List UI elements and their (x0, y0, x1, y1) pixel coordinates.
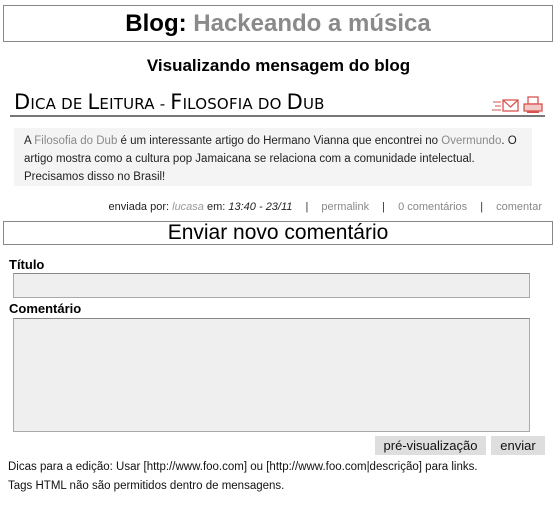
post-title-part: D (286, 90, 303, 114)
title-label: Título (9, 257, 45, 272)
post-title-part: ICA DE (30, 95, 88, 113)
separator: | (480, 201, 484, 213)
post-title-part: L (87, 90, 100, 114)
print-icon[interactable] (523, 96, 543, 119)
comment-form-header: Enviar novo comentário (3, 221, 553, 245)
blog-header: Blog: Hackeando a música (3, 5, 553, 42)
comment-textarea[interactable] (13, 318, 530, 432)
post-title-part: ILOSOFIA DO (182, 95, 287, 113)
post-title-part: EITURA - (99, 95, 171, 113)
at-label: em: (206, 201, 226, 213)
post-title-part: UB (302, 95, 325, 113)
post-meta: enviada por: lucasa em: 13:40 - 23/11 | … (109, 200, 542, 214)
tips-line-html: Tags HTML não são permitidos dentro de m… (8, 480, 285, 492)
overmundo-link[interactable]: Overmundo (441, 135, 501, 147)
post-actions (492, 96, 544, 114)
blog-name: Hackeando a música (193, 10, 431, 37)
post-title-divider (10, 115, 545, 117)
send-button[interactable]: enviar (491, 436, 545, 455)
comments-count-link[interactable]: 0 comentários (398, 201, 467, 213)
author-link[interactable]: lucasa (172, 201, 204, 213)
comment-label: Comentário (9, 301, 82, 316)
post-title: DICA DE LEITURA - FILOSOFIA DO DUB (14, 89, 325, 117)
post-title-part: D (14, 90, 31, 114)
preview-button[interactable]: pré-visualização (375, 436, 486, 455)
post-title-part: F (170, 90, 183, 114)
email-icon[interactable] (492, 96, 520, 119)
sent-by-label: enviada por: (108, 201, 170, 213)
blog-header-prefix: Blog: (125, 10, 187, 37)
post-text: A (24, 135, 35, 147)
title-input[interactable] (13, 273, 530, 298)
permalink-link[interactable]: permalink (321, 201, 369, 213)
tips-line-links: Dicas para a edição: Usar [http://www.fo… (8, 461, 478, 473)
post-text: é um interessante artigo do Hermano Vian… (117, 135, 442, 147)
editing-tips: Dicas para a edição: Usar [http://www.fo… (8, 458, 553, 496)
separator: | (382, 201, 385, 213)
post-datetime: 13:40 - 23/11 (228, 201, 293, 213)
separator: | (305, 201, 309, 213)
comment-link[interactable]: comentar (496, 201, 542, 213)
post-body: A Filosofia do Dub é um interessante art… (14, 128, 532, 186)
filosofia-do-dub-link[interactable]: Filosofia do Dub (34, 135, 117, 147)
page-title: Visualizando mensagem do blog (146, 56, 411, 75)
